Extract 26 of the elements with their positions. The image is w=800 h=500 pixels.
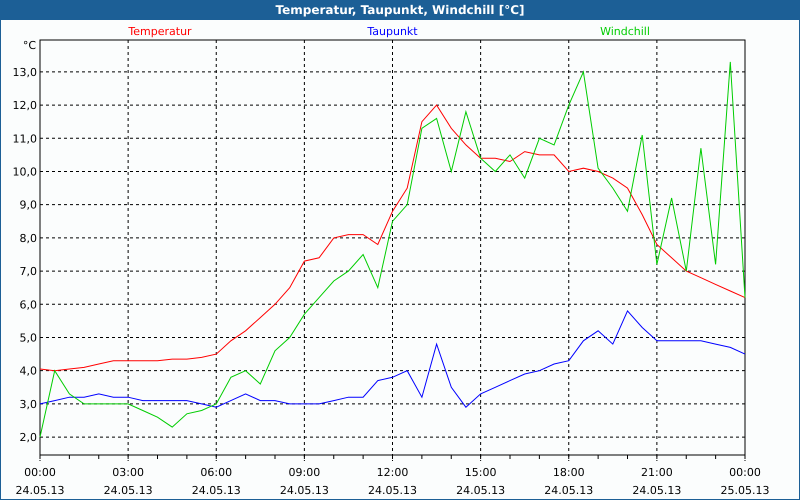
axis-label: 03:00 24.05.13 <box>104 466 153 497</box>
axis-unit-label: °C <box>22 39 36 52</box>
axis-label: 7,0 <box>20 265 37 278</box>
axis-label: 06:00 24.05.13 <box>192 466 241 497</box>
axis-label: 9,0 <box>20 198 37 212</box>
legend-label: Temperatur <box>128 25 192 38</box>
legend-label: Windchill <box>600 25 650 38</box>
axis-label: 5,0 <box>20 331 37 344</box>
axis-label: 15:00 24.05.13 <box>456 466 506 497</box>
axis-label: 8,0 <box>20 232 37 245</box>
axis-label: 18:00 24.05.13 <box>544 466 594 497</box>
legend-label: Taupunkt <box>367 25 418 38</box>
axis-label: 4,0 <box>20 364 37 378</box>
axis-label: 3,0 <box>20 398 37 411</box>
axis-label: 11,0 <box>12 132 37 146</box>
axis-label: 21:00 24.05.13 <box>632 466 682 497</box>
axis-label: 10,0 <box>12 165 37 178</box>
axis-label: 12:00 24.05.13 <box>368 466 417 497</box>
axis-label: 00:00 25.05.13 <box>720 466 770 497</box>
axis-label: 2,0 <box>20 431 37 444</box>
axis-label: 12,0 <box>12 99 37 112</box>
axis-label: 6,0 <box>20 298 37 312</box>
axis-label: 00:00 24.05.13 <box>16 466 64 497</box>
window-title: Temperatur, Taupunkt, Windchill [°C] <box>274 2 526 19</box>
axis-label: 09:00 24.05.13 <box>280 466 329 497</box>
axis-label: 13,0 <box>12 66 37 79</box>
